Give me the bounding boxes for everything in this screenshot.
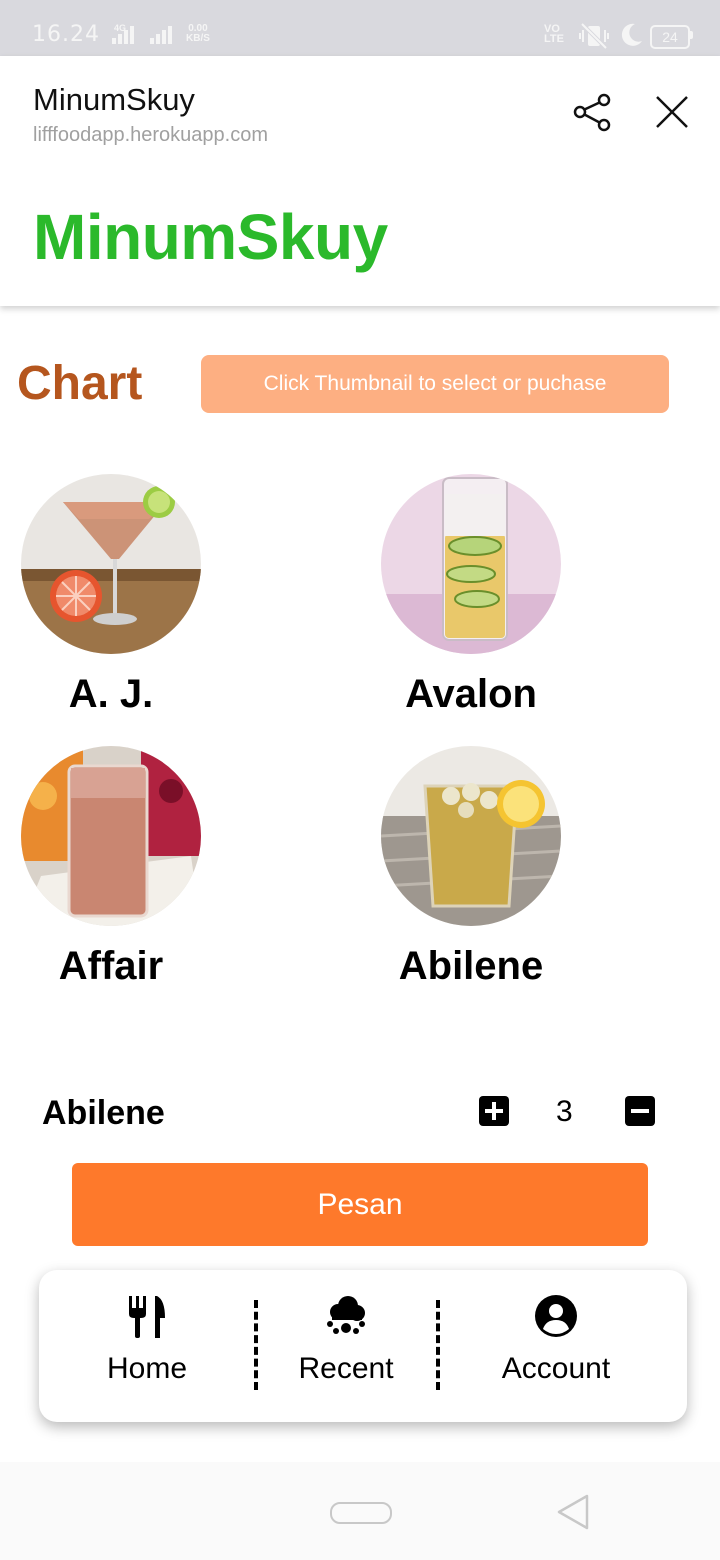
highball-image bbox=[381, 474, 561, 654]
iced-tea-image bbox=[381, 746, 561, 926]
status-bar bbox=[0, 0, 720, 56]
juice-image bbox=[21, 746, 201, 926]
product-name: Abilene bbox=[398, 944, 544, 988]
product-card[interactable] bbox=[381, 746, 561, 926]
volte-indicator: VO LTE bbox=[544, 23, 564, 45]
user-circle-icon bbox=[534, 1294, 578, 1338]
decrease-quantity-button[interactable] bbox=[625, 1096, 655, 1126]
signal-icon bbox=[112, 26, 134, 44]
chart-heading: Chart bbox=[17, 357, 143, 410]
product-card[interactable] bbox=[381, 474, 561, 654]
brand-title: MinumSkuy bbox=[33, 201, 388, 273]
increase-quantity-button[interactable] bbox=[479, 1096, 509, 1126]
product-name: A. J. bbox=[68, 672, 154, 716]
network-speed: 0.00 KB/S bbox=[186, 23, 210, 44]
selected-product-name: Abilene bbox=[42, 1094, 165, 1132]
close-icon bbox=[656, 96, 688, 128]
share-icon bbox=[573, 93, 611, 132]
close-button[interactable] bbox=[648, 88, 696, 136]
nav-item-account[interactable]: Account bbox=[437, 1270, 675, 1422]
product-card[interactable] bbox=[21, 474, 201, 654]
quantity-value: 3 bbox=[556, 1095, 573, 1128]
product-thumbnail[interactable] bbox=[21, 474, 201, 654]
system-home-button[interactable] bbox=[330, 1502, 392, 1524]
nav-label: Home bbox=[106, 1352, 188, 1385]
plus-icon bbox=[485, 1102, 503, 1120]
battery-tip bbox=[690, 31, 693, 39]
product-card[interactable] bbox=[21, 746, 201, 926]
nav-label: Account bbox=[501, 1352, 611, 1385]
nav-item-home[interactable]: Home bbox=[39, 1270, 255, 1422]
share-button[interactable] bbox=[568, 88, 616, 136]
minus-icon bbox=[631, 1109, 649, 1113]
product-name: Avalon bbox=[405, 672, 537, 716]
back-triangle-icon bbox=[557, 1494, 589, 1530]
status-time: 16.24 bbox=[32, 22, 100, 47]
header-title: MinumSkuy bbox=[33, 82, 195, 117]
header-url: lifffoodapp.herokuapp.com bbox=[33, 124, 268, 146]
battery-icon: 24 bbox=[650, 25, 690, 49]
moon-icon bbox=[618, 22, 644, 48]
cocktail-image bbox=[21, 474, 201, 654]
utensils-icon bbox=[125, 1294, 169, 1338]
hint-banner: Click Thumbnail to select or puchase bbox=[201, 355, 669, 413]
cloud-icon bbox=[324, 1294, 368, 1338]
system-back-button[interactable] bbox=[555, 1492, 591, 1532]
bottom-nav: Home Recent Account bbox=[39, 1270, 687, 1422]
vibrate-mute-icon bbox=[578, 22, 610, 50]
product-name: Affair bbox=[58, 944, 164, 988]
nav-item-recent[interactable]: Recent bbox=[255, 1270, 437, 1422]
product-thumbnail[interactable] bbox=[381, 474, 561, 654]
signal-icon-2 bbox=[150, 26, 172, 44]
nav-label: Recent bbox=[298, 1352, 394, 1385]
product-thumbnail[interactable] bbox=[21, 746, 201, 926]
product-thumbnail[interactable] bbox=[381, 746, 561, 926]
order-button[interactable]: Pesan bbox=[72, 1163, 648, 1246]
